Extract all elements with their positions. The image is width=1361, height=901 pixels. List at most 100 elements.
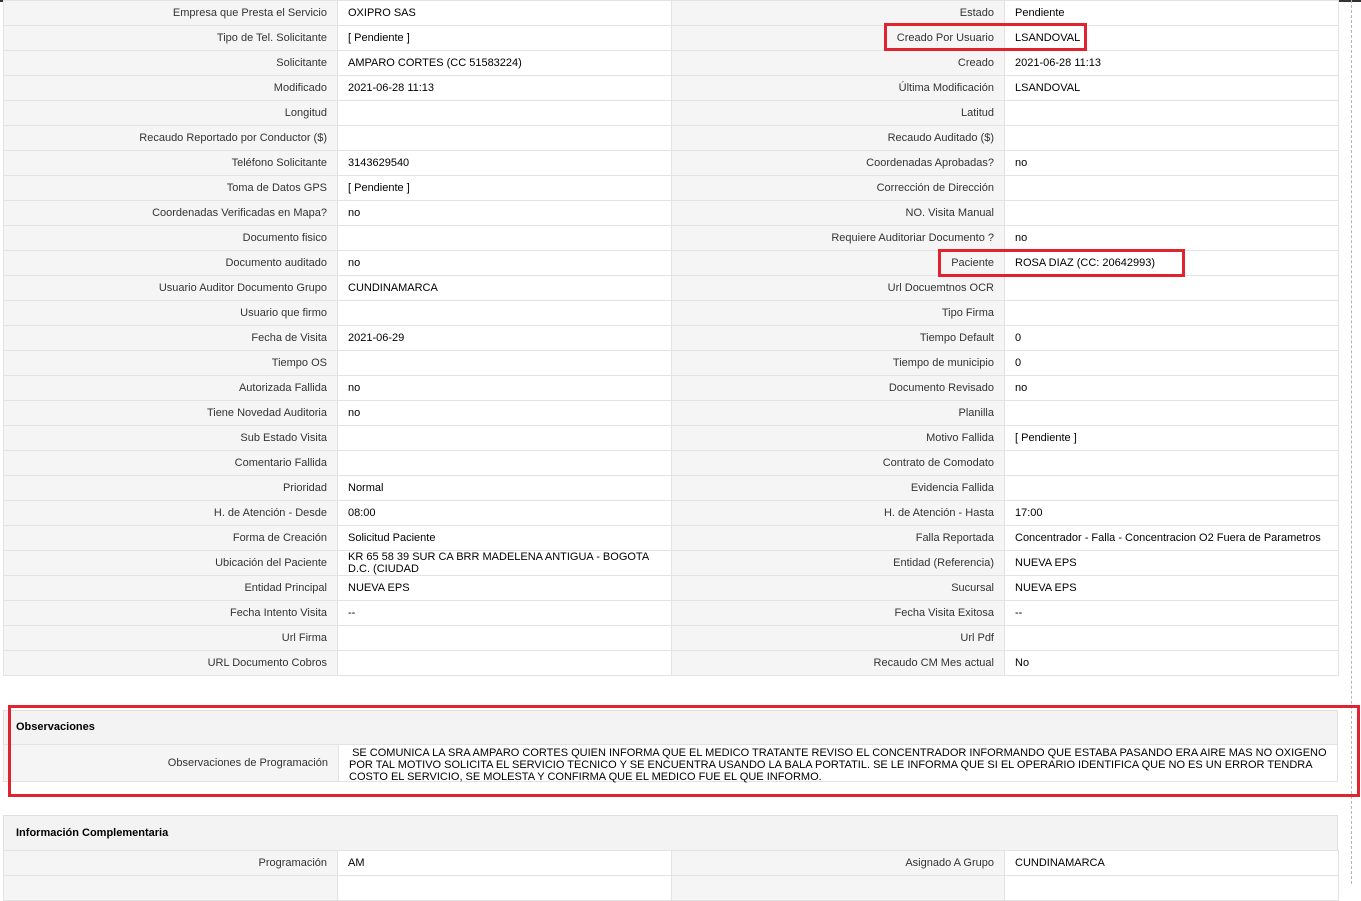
detail-table: Empresa que Presta el Servicio OXIPRO SAS… [3, 0, 1339, 676]
field-value-requiere-auditoriar-documento: no [1004, 225, 1339, 251]
field-value-usuario-que-firmo [337, 300, 672, 326]
field-value-ubicacion-del-paciente: KR 65 58 39 SUR CA BRR MADELENA ANTIGUA … [337, 550, 672, 576]
field-value-url-docuemtnos-ocr [1004, 275, 1339, 301]
field-value-modificado: 2021-06-28 11:13 [337, 75, 672, 101]
field-label-url-pdf: Url Pdf [671, 625, 1005, 651]
field-value-url-firma [337, 625, 672, 651]
field-value-recaudo-reportado-por-conductor [337, 125, 672, 151]
observaciones-label: Observaciones de Programación [4, 745, 338, 781]
field-label-coordenadas-verificadas-en-mapa: Coordenadas Verificadas en Mapa? [3, 200, 338, 226]
field-label-fecha-de-visita: Fecha de Visita [3, 325, 338, 351]
field-label-h-de-atencion-desde: H. de Atención - Desde [3, 500, 338, 526]
field-value-toma-de-datos-gps: [ Pendiente ] [337, 175, 672, 201]
field-label-correccion-de-direccion: Corrección de Dirección [671, 175, 1005, 201]
field-label-creado-por-usuario: Creado Por Usuario [671, 25, 1005, 51]
field-label-prioridad: Prioridad [3, 475, 338, 501]
field-label-comentario-fallida: Comentario Fallida [3, 450, 338, 476]
field-label-documento-auditado: Documento auditado [3, 250, 338, 276]
field-label-no-visita-manual: NO. Visita Manual [671, 200, 1005, 226]
field-label-evidencia-fallida: Evidencia Fallida [671, 475, 1005, 501]
field-value-url-pdf [1004, 625, 1339, 651]
field-value-entidad-principal: NUEVA EPS [337, 575, 672, 601]
field-label-sucursal: Sucursal [671, 575, 1005, 601]
field-value-tiene-novedad-auditoria: no [337, 400, 672, 426]
field-label-ultima-modificacion: Última Modificación [671, 75, 1005, 101]
field-label-documento-revisado: Documento Revisado [671, 375, 1005, 401]
detail-row: Usuario que firmo Tipo Firma [3, 300, 1339, 326]
field-value-coordenadas-verificadas-en-mapa: no [337, 200, 672, 226]
field-label-url-documento-cobros: URL Documento Cobros [3, 650, 338, 676]
field-value-evidencia-fallida [1004, 475, 1339, 501]
field-value-sub-estado-visita [337, 425, 672, 451]
field-label-tipo-de-tel-solicitante: Tipo de Tel. Solicitante [3, 25, 338, 51]
detail-row [3, 875, 1339, 901]
field-label-toma-de-datos-gps: Toma de Datos GPS [3, 175, 338, 201]
field-value-fecha-visita-exitosa: -- [1004, 600, 1339, 626]
field-value-ultima-modificacion: LSANDOVAL [1004, 75, 1339, 101]
field-value-falla-reportada: Concentrador - Falla - Concentracion O2 … [1004, 525, 1339, 551]
field-value-recaudo-auditado [1004, 125, 1339, 151]
field-value-planilla [1004, 400, 1339, 426]
field-value-documento-revisado: no [1004, 375, 1339, 401]
field-value-solicitante: AMPARO CORTES (CC 51583224) [337, 50, 672, 76]
field-value-tiempo-os [337, 350, 672, 376]
field-label-recaudo-reportado-por-conductor: Recaudo Reportado por Conductor ($) [3, 125, 338, 151]
field-value-entidad-referencia: NUEVA EPS [1004, 550, 1339, 576]
field-label-asignado-a-grupo: Asignado A Grupo [671, 850, 1005, 876]
detail-row: Forma de Creación Solicitud Paciente Falla… [3, 525, 1339, 551]
field-label-fecha-intento-visita: Fecha Intento Visita [3, 600, 338, 626]
field-value-telefono-solicitante: 3143629540 [337, 150, 672, 176]
detail-row: Usuario Auditor Documento Grupo CUNDINAMA… [3, 275, 1339, 301]
detail-row: Sub Estado Visita Motivo Fallida[ Pendien… [3, 425, 1339, 451]
field-value-tiempo-de-municipio: 0 [1004, 350, 1339, 376]
field-value-tipo-de-tel-solicitante: [ Pendiente ] [337, 25, 672, 51]
field-value-fecha-de-visita: 2021-06-29 [337, 325, 672, 351]
field-label-tiempo-de-municipio: Tiempo de municipio [671, 350, 1005, 376]
detail-row: Recaudo Reportado por Conductor ($) Recau… [3, 125, 1339, 151]
field-label-programacion: Programación [3, 850, 338, 876]
detail-row: Entidad Principal NUEVA EPS Sucursal NUEVA … [3, 575, 1339, 601]
field-value-autorizada-fallida: no [337, 375, 672, 401]
field-value-h-de-atencion-desde: 08:00 [337, 500, 672, 526]
field-label-tiene-novedad-auditoria: Tiene Novedad Auditoria [3, 400, 338, 426]
field-label-empresa-que-presta-el-servicio: Empresa que Presta el Servicio [3, 0, 338, 26]
field-label-motivo-fallida: Motivo Fallida [671, 425, 1005, 451]
field-value-tiempo-default: 0 [1004, 325, 1339, 351]
field-value-paciente: ROSA DIAZ (CC: 20642993) [1004, 250, 1339, 276]
field-label-estado: Estado [671, 0, 1005, 26]
field-label-requiere-auditoriar-documento: Requiere Auditoriar Documento ? [671, 225, 1005, 251]
field-label-empty [3, 875, 338, 901]
field-label-fecha-visita-exitosa: Fecha Visita Exitosa [671, 600, 1005, 626]
detail-row: Documento fisico Requiere Auditoriar Docu… [3, 225, 1339, 251]
field-value-tipo-firma [1004, 300, 1339, 326]
detail-row: Tiempo OS Tiempo de municipio 0 [3, 350, 1339, 376]
field-value-creado: 2021-06-28 11:13 [1004, 50, 1339, 76]
field-value-forma-de-creacion: Solicitud Paciente [337, 525, 672, 551]
detail-row: Programación AM Asignado A Grupo CUNDINAMAR… [3, 850, 1339, 876]
field-label-empty [671, 875, 1005, 901]
field-label-coordenadas-aprobadas: Coordenadas Aprobadas? [671, 150, 1005, 176]
detail-row: Modificado 2021-06-28 11:13 Última Modific… [3, 75, 1339, 101]
detail-row: Prioridad Normal Evidencia Fallida [3, 475, 1339, 501]
field-value-documento-auditado: no [337, 250, 672, 276]
field-label-usuario-que-firmo: Usuario que firmo [3, 300, 338, 326]
field-value-h-de-atencion-hasta: 17:00 [1004, 500, 1339, 526]
detail-row: Url Firma Url Pdf [3, 625, 1339, 651]
field-value-usuario-auditor-documento-grupo: CUNDINAMARCA [337, 275, 672, 301]
informacion-complementaria-header: Información Complementaria [3, 815, 1338, 850]
field-value-fecha-intento-visita: -- [337, 600, 672, 626]
field-value-estado: Pendiente [1004, 0, 1339, 26]
field-label-falla-reportada: Falla Reportada [671, 525, 1005, 551]
field-label-tiempo-default: Tiempo Default [671, 325, 1005, 351]
field-value-correccion-de-direccion [1004, 175, 1339, 201]
detail-row: Coordenadas Verificadas en Mapa? no NO. V… [3, 200, 1339, 226]
field-label-telefono-solicitante: Teléfono Solicitante [3, 150, 338, 176]
observaciones-text: SE COMUNICA LA SRA AMPARO CORTES QUIEN I… [338, 745, 1337, 783]
field-label-latitud: Latitud [671, 100, 1005, 126]
field-value-sucursal: NUEVA EPS [1004, 575, 1339, 601]
field-label-usuario-auditor-documento-grupo: Usuario Auditor Documento Grupo [3, 275, 338, 301]
field-label-forma-de-creacion: Forma de Creación [3, 525, 338, 551]
detail-row: Tiene Novedad Auditoria no Planilla [3, 400, 1339, 426]
field-label-sub-estado-visita: Sub Estado Visita [3, 425, 338, 451]
detail-row: Comentario Fallida Contrato de Comodato [3, 450, 1339, 476]
